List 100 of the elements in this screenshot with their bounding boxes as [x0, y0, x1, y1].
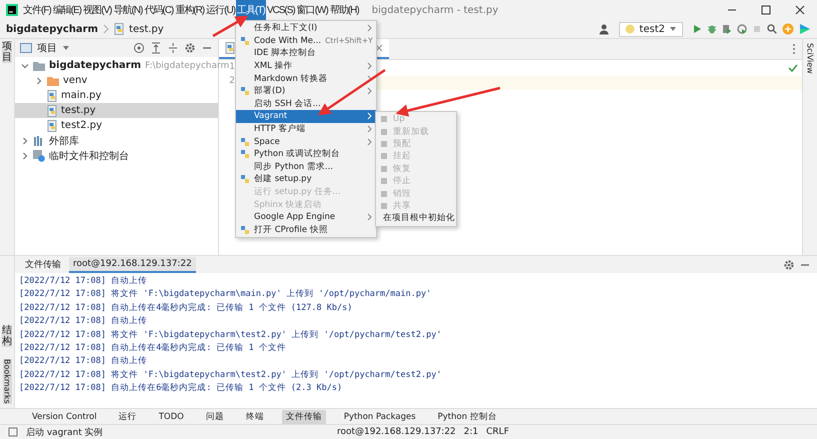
menu-item[interactable]: 任务和上下文(I)	[236, 22, 376, 35]
console-line: [2022/7/12 17:08] 自动上传在6毫秒内完成: 已传输 1 个文件 (2.3 Kb/s)	[19, 382, 344, 396]
status-message: 启动 vagrant 实例	[26, 426, 103, 438]
square-icon[interactable]	[8, 427, 18, 437]
menu-item[interactable]: 重构(R)	[174, 0, 206, 20]
panel-tab[interactable]: root@192.168.129.137:22	[69, 256, 196, 272]
tool-window-button[interactable]: Version Control	[28, 410, 101, 422]
status-item[interactable]: 2:1	[464, 427, 478, 437]
menu-item-icon	[379, 200, 389, 211]
bookmarks-tool-button[interactable]: Bookmarks	[2, 359, 12, 404]
python-icon	[625, 24, 636, 34]
menu-item[interactable]: Python 或调试控制台	[236, 148, 376, 161]
menu-item[interactable]: 编辑(E)	[52, 0, 82, 20]
menu-item-icon	[240, 36, 250, 46]
menu-item[interactable]: 打开 CProfile 快照	[236, 224, 376, 236]
user-icon[interactable]	[598, 23, 610, 35]
menu-item[interactable]: 工具(T)	[236, 0, 266, 20]
tool-window-button[interactable]: TODO	[154, 410, 188, 422]
panel-icon	[20, 43, 32, 53]
menu-item-icon	[240, 224, 250, 235]
chevron-down-icon[interactable]	[21, 62, 29, 70]
coverage-icon[interactable]	[722, 24, 732, 34]
console-line: [2022/7/12 17:08] 自动上传在4毫秒内完成: 已传输 1 个文件	[19, 342, 287, 356]
menu-item[interactable]: 部署(D)	[236, 84, 376, 98]
close-icon[interactable]	[795, 5, 805, 15]
search-icon[interactable]	[767, 24, 777, 34]
menu-item[interactable]: 代码(C)	[143, 0, 174, 20]
collapse-all-icon[interactable]	[167, 42, 179, 54]
more-icon[interactable]	[792, 43, 796, 55]
line-number: 2	[228, 76, 236, 88]
menu-item[interactable]: 视图(V)	[82, 0, 112, 20]
tree-item[interactable]: test.py	[61, 105, 96, 116]
maximize-icon[interactable]	[761, 5, 771, 15]
menu-item-icon	[240, 136, 250, 147]
menu-item[interactable]: 同步 Python 需求...	[236, 160, 376, 174]
tree-item[interactable]: test2.py	[61, 120, 102, 131]
chevron-right-icon[interactable]	[35, 76, 43, 84]
menu-item-icon	[379, 126, 389, 137]
profile-icon[interactable]	[737, 24, 747, 34]
menu-item[interactable]: XML 操作	[236, 60, 376, 72]
console-line: [2022/7/12 17:08] 自动上传在4毫秒内完成: 已传输 1 个文件 (127.8 Kb/s)	[19, 302, 354, 315]
menu-item-icon	[240, 86, 250, 96]
menu-item-icon	[379, 176, 389, 186]
tool-window-button[interactable]: 终端	[242, 410, 268, 424]
target-icon[interactable]	[133, 42, 145, 54]
tree-item[interactable]: main.py	[61, 90, 102, 101]
tool-window-button[interactable]: 文件传输	[282, 410, 326, 424]
menu-item-icon	[240, 149, 250, 160]
menu-item[interactable]: 运行(U)	[205, 0, 236, 20]
tool-window-button[interactable]: 问题	[202, 410, 228, 424]
panel-title[interactable]: 项目	[37, 41, 57, 55]
chevron-right-icon	[103, 24, 110, 34]
menu-item-icon	[379, 138, 389, 149]
tree-item[interactable]: 外部库	[49, 134, 79, 148]
console-line: [2022/7/12 17:08] 自动上传	[19, 275, 148, 288]
menu-item[interactable]: Markdown 转换器	[236, 72, 376, 85]
run-icon[interactable]	[692, 24, 702, 34]
menu-item[interactable]: 在项目根中初始化	[376, 212, 456, 225]
menu-item[interactable]: 窗口(W)	[296, 0, 329, 20]
settings-icon[interactable]	[184, 42, 196, 54]
menu-item[interactable]: Vagrant	[236, 110, 376, 123]
python-file-icon	[47, 104, 57, 116]
caret-icon[interactable]	[62, 45, 70, 51]
tree-item[interactable]: bigdatepycharm	[49, 60, 142, 71]
tool-window-button[interactable]: Python 控制台	[434, 410, 501, 424]
menu-item[interactable]: Google App Engine	[236, 210, 376, 224]
status-item[interactable]: root@192.168.129.137:22	[336, 427, 456, 437]
menu-item[interactable]: HTTP 客户端	[236, 122, 376, 136]
bug-icon[interactable]	[707, 24, 717, 34]
sciview-tool-button[interactable]: SciView	[806, 43, 814, 74]
python-file-icon	[47, 120, 57, 132]
caret-icon	[669, 26, 677, 32]
menu-item[interactable]: 文件(F)	[22, 0, 52, 20]
menu-item[interactable]: 帮助(H)	[328, 0, 360, 20]
menu-item[interactable]: IDE 脚本控制台	[236, 47, 376, 60]
tree-item[interactable]: venv	[63, 75, 88, 86]
tool-window-button[interactable]: Python Packages	[340, 410, 420, 422]
tree-item[interactable]: 临时文件和控制台	[49, 148, 129, 162]
menu-item[interactable]: Space	[236, 135, 376, 148]
menu-item[interactable]: 导航(N)	[112, 0, 144, 20]
menu-item[interactable]: VCS(S)	[266, 2, 296, 18]
project-tool-button[interactable]: 项目	[2, 41, 12, 63]
menu-item-icon	[379, 164, 389, 174]
breadcrumb-item[interactable]: bigdatepycharm	[6, 24, 98, 34]
menu-item[interactable]: 启动 SSH 会话...	[236, 98, 376, 110]
panel-tab[interactable]: 文件传输	[21, 256, 65, 273]
folder-icon	[33, 60, 45, 70]
menu-item[interactable]: 创建 setup.py	[236, 173, 376, 186]
structure-tool-button[interactable]: 结构	[2, 325, 12, 348]
folder-icon	[47, 76, 59, 86]
app-logo-icon	[6, 4, 18, 16]
run-configuration-dropdown[interactable]: test2	[619, 22, 683, 36]
status-item[interactable]: CRLF	[486, 427, 509, 437]
settings-icon[interactable]	[783, 258, 795, 270]
tool-window-button[interactable]: 运行	[114, 410, 141, 424]
python-file-icon	[114, 23, 124, 35]
breadcrumb-item[interactable]: test.py	[129, 24, 164, 34]
library-icon	[33, 136, 45, 146]
console-line: [2022/7/12 17:08] 将文件 'F:\bigdatepycharm\test2.py' 上传到 '/opt/pycharm/test2.py'	[19, 328, 442, 342]
expand-all-icon[interactable]	[150, 42, 162, 54]
